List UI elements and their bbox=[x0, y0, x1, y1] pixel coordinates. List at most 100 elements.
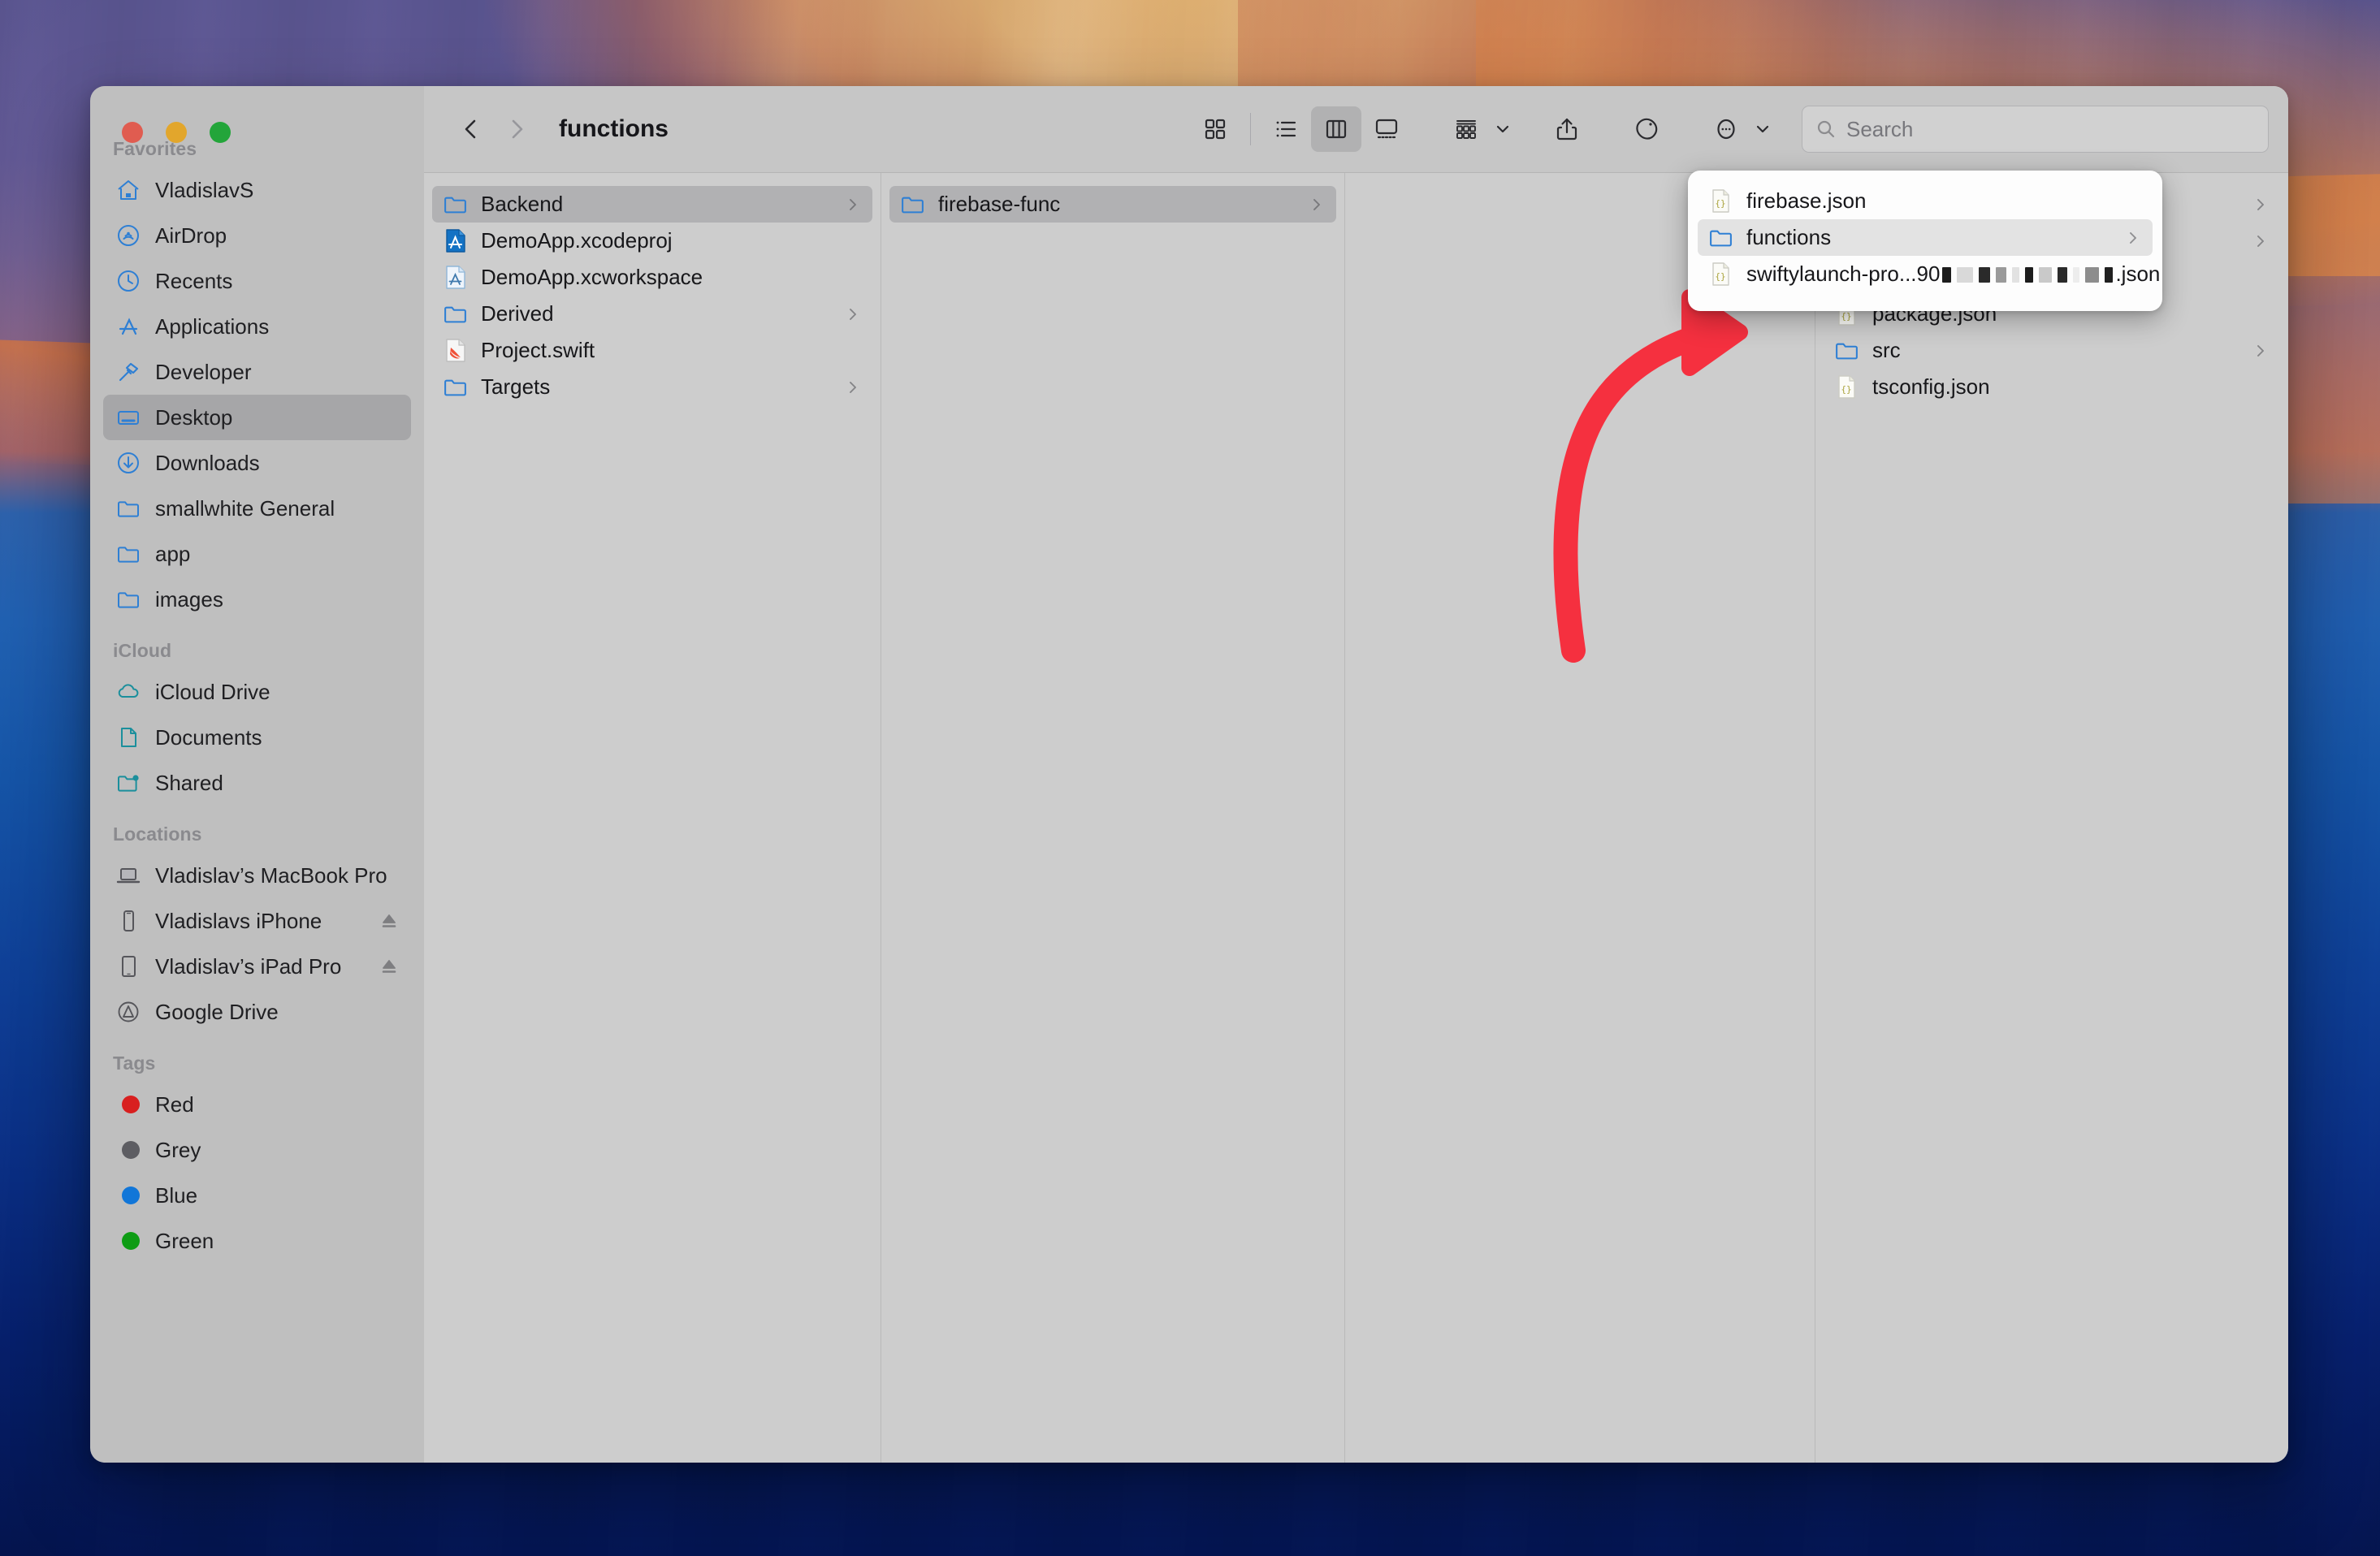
file-row[interactable]: {} firebase.json bbox=[1698, 183, 2153, 219]
folder-icon bbox=[442, 300, 469, 327]
sidebar-item-label: AirDrop bbox=[155, 223, 227, 248]
sidebar-item-vladislavs-iphone[interactable]: Vladislavs iPhone bbox=[103, 898, 411, 944]
column-1[interactable]: Backend DemoApp.xcodeproj DemoApp.xcworksp… bbox=[424, 173, 881, 1463]
list-view-button[interactable] bbox=[1261, 106, 1311, 152]
sidebar-item-label: iCloud Drive bbox=[155, 679, 270, 704]
sidebar-item-label: Documents bbox=[155, 724, 262, 750]
zoom-button[interactable] bbox=[210, 122, 231, 143]
search-input[interactable]: Search bbox=[1802, 106, 2269, 153]
chevron-right-icon bbox=[845, 306, 861, 322]
group-button[interactable] bbox=[1441, 106, 1491, 152]
column-4[interactable]: libnode_modules{}package-lock.json{}pack… bbox=[1815, 173, 2288, 1463]
sidebar-item-desktop[interactable]: Desktop bbox=[103, 395, 411, 440]
sidebar-item-airdrop[interactable]: AirDrop bbox=[103, 213, 411, 258]
folder-icon bbox=[1833, 337, 1860, 364]
back-button[interactable] bbox=[448, 106, 494, 152]
eject-icon[interactable] bbox=[379, 956, 400, 977]
file-row-label-suffix: .json bbox=[2115, 261, 2161, 286]
sidebar-item-applications[interactable]: Applications bbox=[103, 304, 411, 349]
file-row-label: functions bbox=[1746, 225, 1832, 249]
iphone-icon bbox=[115, 907, 142, 935]
file-row[interactable]: src bbox=[1824, 332, 2280, 369]
file-row[interactable]: DemoApp.xcworkspace bbox=[432, 259, 872, 296]
column-view-button[interactable] bbox=[1311, 106, 1361, 152]
home-icon bbox=[115, 176, 142, 204]
sidebar-group-title: iCloud bbox=[113, 640, 172, 661]
icon-view-button[interactable] bbox=[1190, 106, 1240, 152]
finder-window[interactable]: Favorites VladislavS AirDrop Recents Applica… bbox=[90, 86, 2288, 1463]
file-row[interactable]: functions bbox=[1698, 219, 2153, 256]
chevron-right-icon bbox=[1309, 197, 1325, 213]
sidebar-item-vladislav-s-macbook-pro[interactable]: Vladislav’s MacBook Pro bbox=[103, 853, 411, 898]
sidebar-item-label: Vladislav’s MacBook Pro bbox=[155, 862, 387, 888]
file-row[interactable]: {} swiftylaunch-pro...90 .json bbox=[1698, 256, 2160, 292]
sidebar-item-app[interactable]: app bbox=[103, 531, 411, 577]
file-row-label: Derived bbox=[481, 301, 554, 326]
finder-toolbar[interactable]: functions Search bbox=[424, 86, 2288, 173]
chevron-right-icon bbox=[2252, 197, 2269, 213]
view-mode-switcher[interactable] bbox=[1190, 106, 1412, 152]
column-3[interactable] bbox=[1345, 173, 1815, 1463]
eject-icon[interactable] bbox=[379, 910, 400, 931]
share-button[interactable] bbox=[1542, 106, 1592, 152]
appstore-icon bbox=[115, 313, 142, 340]
file-row[interactable]: Derived bbox=[432, 296, 872, 332]
file-row[interactable]: Backend bbox=[432, 186, 872, 223]
chevron-right-icon bbox=[2172, 266, 2188, 283]
finder-sidebar[interactable]: Favorites VladislavS AirDrop Recents Applica… bbox=[90, 86, 424, 1463]
sidebar-item-images[interactable]: images bbox=[103, 577, 411, 622]
sidebar-item-downloads[interactable]: Downloads bbox=[103, 440, 411, 486]
more-button[interactable] bbox=[1701, 106, 1751, 152]
hammer-icon bbox=[115, 358, 142, 386]
sidebar-item-recents[interactable]: Recents bbox=[103, 258, 411, 304]
tag-dot bbox=[115, 1227, 142, 1255]
window-controls[interactable] bbox=[122, 122, 231, 143]
sidebar-item-icloud-drive[interactable]: iCloud Drive bbox=[103, 669, 411, 715]
sidebar-item-blue[interactable]: Blue bbox=[103, 1173, 411, 1218]
file-row[interactable]: {} tsconfig.json bbox=[1824, 369, 2280, 405]
forward-button[interactable] bbox=[494, 106, 539, 152]
file-row[interactable]: Project.swift bbox=[432, 332, 872, 369]
sidebar-item-documents[interactable]: Documents bbox=[103, 715, 411, 760]
file-row[interactable]: Targets bbox=[432, 369, 872, 405]
sidebar-item-green[interactable]: Green bbox=[103, 1218, 411, 1264]
search-icon bbox=[1817, 120, 1835, 138]
finder-main: functions Search Backend DemoApp.xcodepr… bbox=[424, 86, 2288, 1463]
chevron-right-icon bbox=[2252, 343, 2269, 359]
file-row-label: firebase-func bbox=[938, 192, 1061, 216]
chevron-right-icon bbox=[845, 343, 861, 359]
xcworkspace-icon bbox=[442, 264, 469, 291]
more-chevron-down-icon[interactable] bbox=[1753, 119, 1772, 139]
sidebar-item-shared[interactable]: Shared bbox=[103, 760, 411, 806]
file-row[interactable]: DemoApp.xcodeproj bbox=[432, 223, 872, 259]
redacted-text bbox=[1942, 267, 2114, 283]
column-2[interactable]: firebase-func bbox=[881, 173, 1345, 1463]
tag-dot bbox=[115, 1182, 142, 1209]
tag-dot bbox=[115, 1136, 142, 1164]
sidebar-item-grey[interactable]: Grey bbox=[103, 1127, 411, 1173]
shared-folder-icon bbox=[115, 769, 142, 797]
tag-dot bbox=[115, 1091, 142, 1118]
sidebar-item-vladislav-s-ipad-pro[interactable]: Vladislav’s iPad Pro bbox=[103, 944, 411, 989]
file-row-label: Targets bbox=[481, 374, 551, 399]
sidebar-item-vladislavs[interactable]: VladislavS bbox=[103, 167, 411, 213]
sidebar-item-label: Green bbox=[155, 1228, 214, 1253]
file-row[interactable]: firebase-func bbox=[889, 186, 1336, 223]
minimize-button[interactable] bbox=[166, 122, 187, 143]
file-row-label-prefix: swiftylaunch-pro...90 bbox=[1746, 261, 1941, 286]
chevron-right-icon bbox=[845, 197, 861, 213]
tags-button[interactable] bbox=[1621, 106, 1672, 152]
sidebar-item-developer[interactable]: Developer bbox=[103, 349, 411, 395]
sidebar-item-google-drive[interactable]: Google Drive bbox=[103, 989, 411, 1035]
chevron-right-icon bbox=[845, 270, 861, 286]
file-row-label: Project.swift bbox=[481, 338, 595, 362]
gallery-view-button[interactable] bbox=[1361, 106, 1412, 152]
sidebar-item-red[interactable]: Red bbox=[103, 1082, 411, 1127]
clock-icon bbox=[115, 267, 142, 295]
close-button[interactable] bbox=[122, 122, 143, 143]
highlighted-column-panel[interactable]: {} firebase.json functions {} swiftylaunch-p… bbox=[1688, 171, 2162, 311]
column-browser[interactable]: Backend DemoApp.xcodeproj DemoApp.xcworksp… bbox=[424, 173, 2288, 1463]
json-icon: {} bbox=[1833, 374, 1860, 400]
sidebar-item-smallwhite-general[interactable]: smallwhite General bbox=[103, 486, 411, 531]
group-chevron-down-icon[interactable] bbox=[1493, 119, 1512, 139]
